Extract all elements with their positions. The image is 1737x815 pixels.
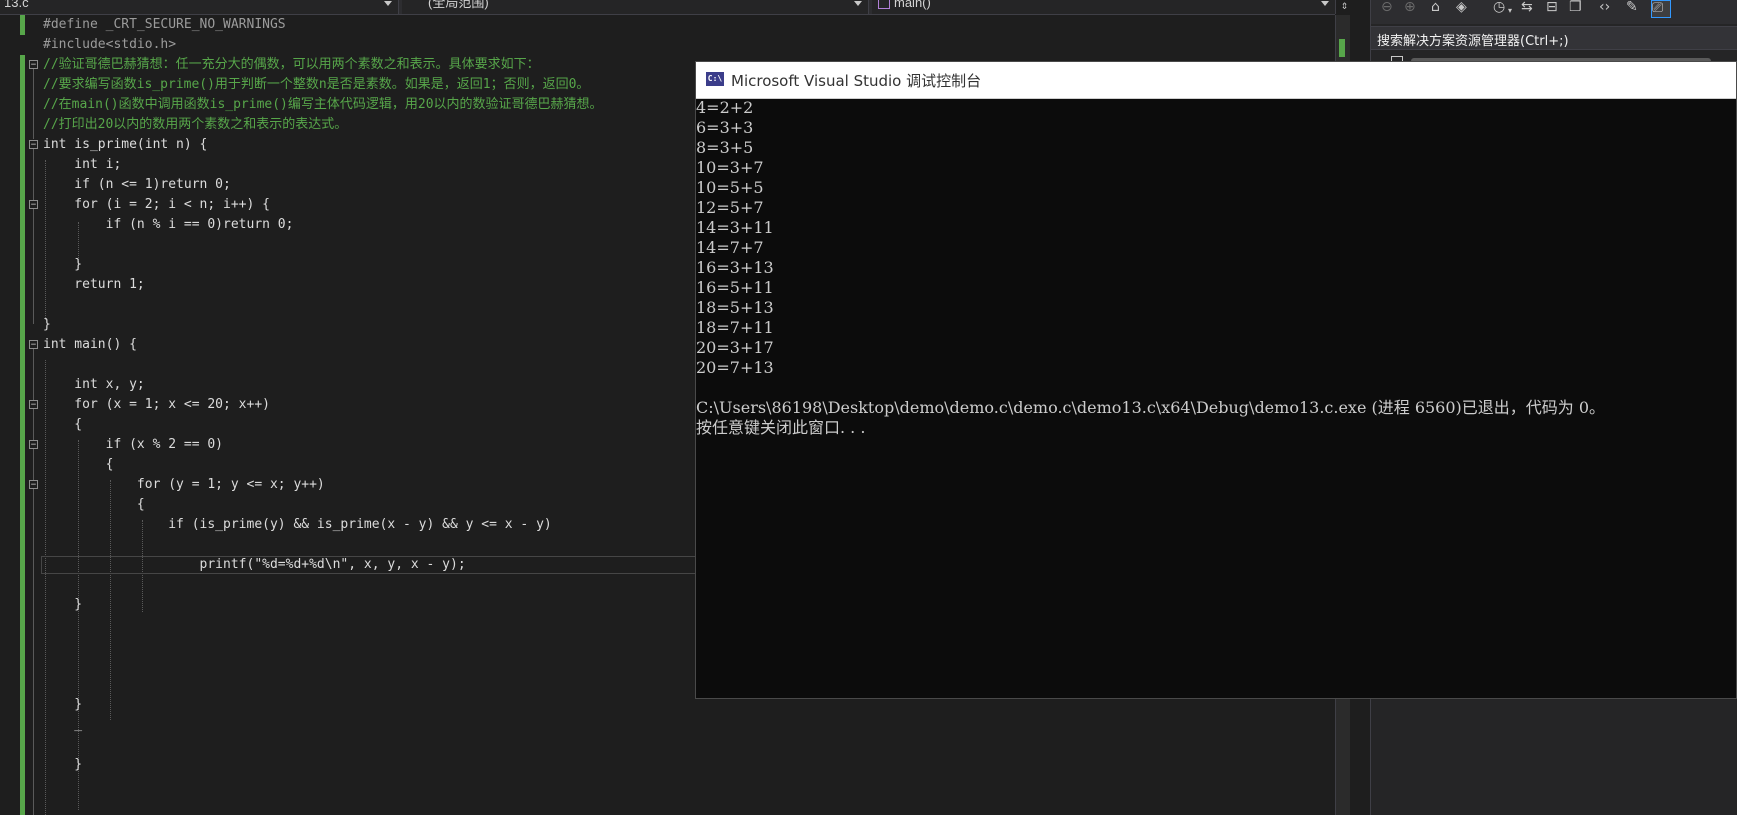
- console-output-line: 18=5+13: [696, 298, 774, 317]
- console-output-line: 14=7+7: [696, 238, 764, 257]
- console-output-line: 16=5+11: [696, 278, 774, 297]
- code-line: {: [43, 457, 114, 472]
- split-editor-icon[interactable]: ⇕: [1341, 0, 1348, 11]
- function-cube-icon: [878, 0, 890, 10]
- collapse-icon[interactable]: −: [29, 60, 38, 70]
- scroll-change-marker: [1339, 39, 1345, 57]
- code-comment: //打印出20以内的数用两个素数之和表示的表达式。: [43, 117, 348, 132]
- sync-icon[interactable]: ⇆: [1521, 0, 1533, 16]
- show-all-files-icon[interactable]: ❐: [1569, 0, 1582, 16]
- console-output-line: 6=3+3: [696, 118, 754, 137]
- forward-icon[interactable]: ⊕: [1404, 0, 1416, 16]
- view-code-icon[interactable]: ‹›: [1599, 0, 1610, 16]
- chevron-down-icon: [854, 1, 862, 6]
- console-output-line: 10=3+7: [696, 158, 764, 177]
- console-output-line: 12=5+7: [696, 198, 764, 217]
- code-line: if (x % 2 == 0): [43, 437, 224, 452]
- code-line: for (x = 1; x <= 20; x++): [43, 397, 270, 412]
- chevron-down-icon: [1321, 1, 1329, 6]
- debug-console-window[interactable]: C:\ Microsoft Visual Studio 调试控制台 4=2+2 …: [695, 61, 1737, 699]
- console-output-line: 10=5+5: [696, 178, 764, 197]
- fold-line: [33, 149, 34, 324]
- code-line: int main() {: [43, 337, 137, 352]
- change-indicator: [20, 55, 25, 815]
- code-line: if (is_prime(y) && is_prime(x - y) && y …: [43, 517, 552, 532]
- code-line: for (i = 2; i < n; i++) {: [43, 197, 270, 212]
- collapse-icon[interactable]: −: [29, 400, 38, 410]
- console-output-line: 20=7+13: [696, 358, 774, 377]
- preview-selected-icon[interactable]: ⎚: [1651, 0, 1671, 18]
- code-line: if (n <= 1)return 0;: [43, 177, 231, 192]
- console-output-line: 16=3+13: [696, 258, 774, 277]
- code-line: #define _CRT_SECURE_NO_WARNINGS: [43, 17, 286, 32]
- collapse-all-icon[interactable]: ⊟: [1546, 0, 1558, 16]
- code-line: int i;: [43, 157, 122, 172]
- back-icon[interactable]: ⊖: [1381, 0, 1393, 16]
- properties-wrench-icon[interactable]: ✎: [1626, 0, 1638, 16]
- console-title: Microsoft Visual Studio 调试控制台: [731, 72, 982, 90]
- code-line: for (y = 1; y <= x; y++): [43, 477, 325, 492]
- solution-explorer-toolbar: ⊖ ⊕ ⌂ ◈ ◷ ▾ ⇆ ⊟ ❐ ‹› ✎ ⎚: [1371, 0, 1737, 24]
- file-dropdown-label: 13.c: [4, 0, 29, 10]
- collapse-icon[interactable]: −: [29, 140, 38, 150]
- scope-dropdown[interactable]: (全局范围): [402, 0, 869, 14]
- code-line: int is_prime(int n) {: [43, 137, 208, 152]
- change-indicator: [20, 15, 25, 35]
- fold-line: [33, 349, 34, 815]
- console-output-line: 8=3+5: [696, 138, 754, 157]
- history-icon[interactable]: ◷: [1493, 0, 1505, 16]
- code-comment: //在main()函数中调用函数is_prime()编写主体代码逻辑，用20以内…: [43, 97, 603, 112]
- collapse-icon[interactable]: −: [29, 340, 38, 350]
- code-line: {: [43, 417, 83, 432]
- console-output-line: 4=2+2: [696, 98, 754, 117]
- code-line: _: [43, 717, 83, 732]
- collapse-icon[interactable]: −: [29, 480, 38, 490]
- collapse-icon[interactable]: −: [29, 200, 38, 210]
- code-line: return 1;: [43, 277, 145, 292]
- scope-dropdown-label: (全局范围): [428, 0, 489, 10]
- collapse-icon[interactable]: −: [29, 440, 38, 450]
- function-dropdown[interactable]: main(): [872, 0, 1336, 14]
- console-app-icon: C:\: [706, 72, 724, 86]
- code-line: #include<stdio.h>: [43, 37, 177, 52]
- code-comment: //验证哥德巴赫猜想：任一充分大的偶数，可以用两个素数之和表示。具体要求如下：: [43, 57, 540, 72]
- chevron-down-icon: [384, 1, 392, 6]
- console-output-line: 18=7+11: [696, 318, 774, 337]
- console-output-line: 14=3+11: [696, 218, 774, 237]
- console-output-line: 20=3+17: [696, 338, 774, 357]
- home-icon[interactable]: ⌂: [1431, 0, 1440, 16]
- editor-navigation-bar: 13.c (全局范围) main(): [0, 0, 1336, 15]
- code-line-current: printf("%d=%d+%d\n", x, y, x - y);: [43, 557, 466, 572]
- code-line: int x, y;: [43, 377, 145, 392]
- code-line: }: [43, 257, 83, 272]
- solution-search-box[interactable]: 搜索解决方案资源管理器(Ctrl+;): [1371, 26, 1737, 50]
- code-line: }: [43, 317, 51, 332]
- code-comment: //要求编写函数is_prime()用于判断一个整数n是否是素数。如果是，返回1…: [43, 77, 590, 92]
- code-line: if (n % i == 0)return 0;: [43, 217, 294, 232]
- code-line: }: [43, 597, 83, 612]
- code-line: }: [43, 757, 83, 772]
- code-line: {: [43, 497, 145, 512]
- code-line: }: [43, 697, 83, 712]
- console-exit-message: C:\Users\86198\Desktop\demo\demo.c\demo.…: [696, 398, 1606, 417]
- file-dropdown[interactable]: 13.c: [0, 0, 399, 14]
- console-press-key-message: 按任意键关闭此窗口. . .: [696, 418, 866, 437]
- chevron-down-icon[interactable]: ▾: [1508, 4, 1512, 20]
- console-title-bar[interactable]: C:\ Microsoft Visual Studio 调试控制台: [696, 62, 1736, 99]
- vs-switch-view-icon[interactable]: ◈: [1456, 0, 1467, 16]
- fold-line: [33, 69, 34, 139]
- function-dropdown-label: main(): [894, 0, 931, 10]
- search-placeholder: 搜索解决方案资源管理器(Ctrl+;): [1377, 34, 1569, 49]
